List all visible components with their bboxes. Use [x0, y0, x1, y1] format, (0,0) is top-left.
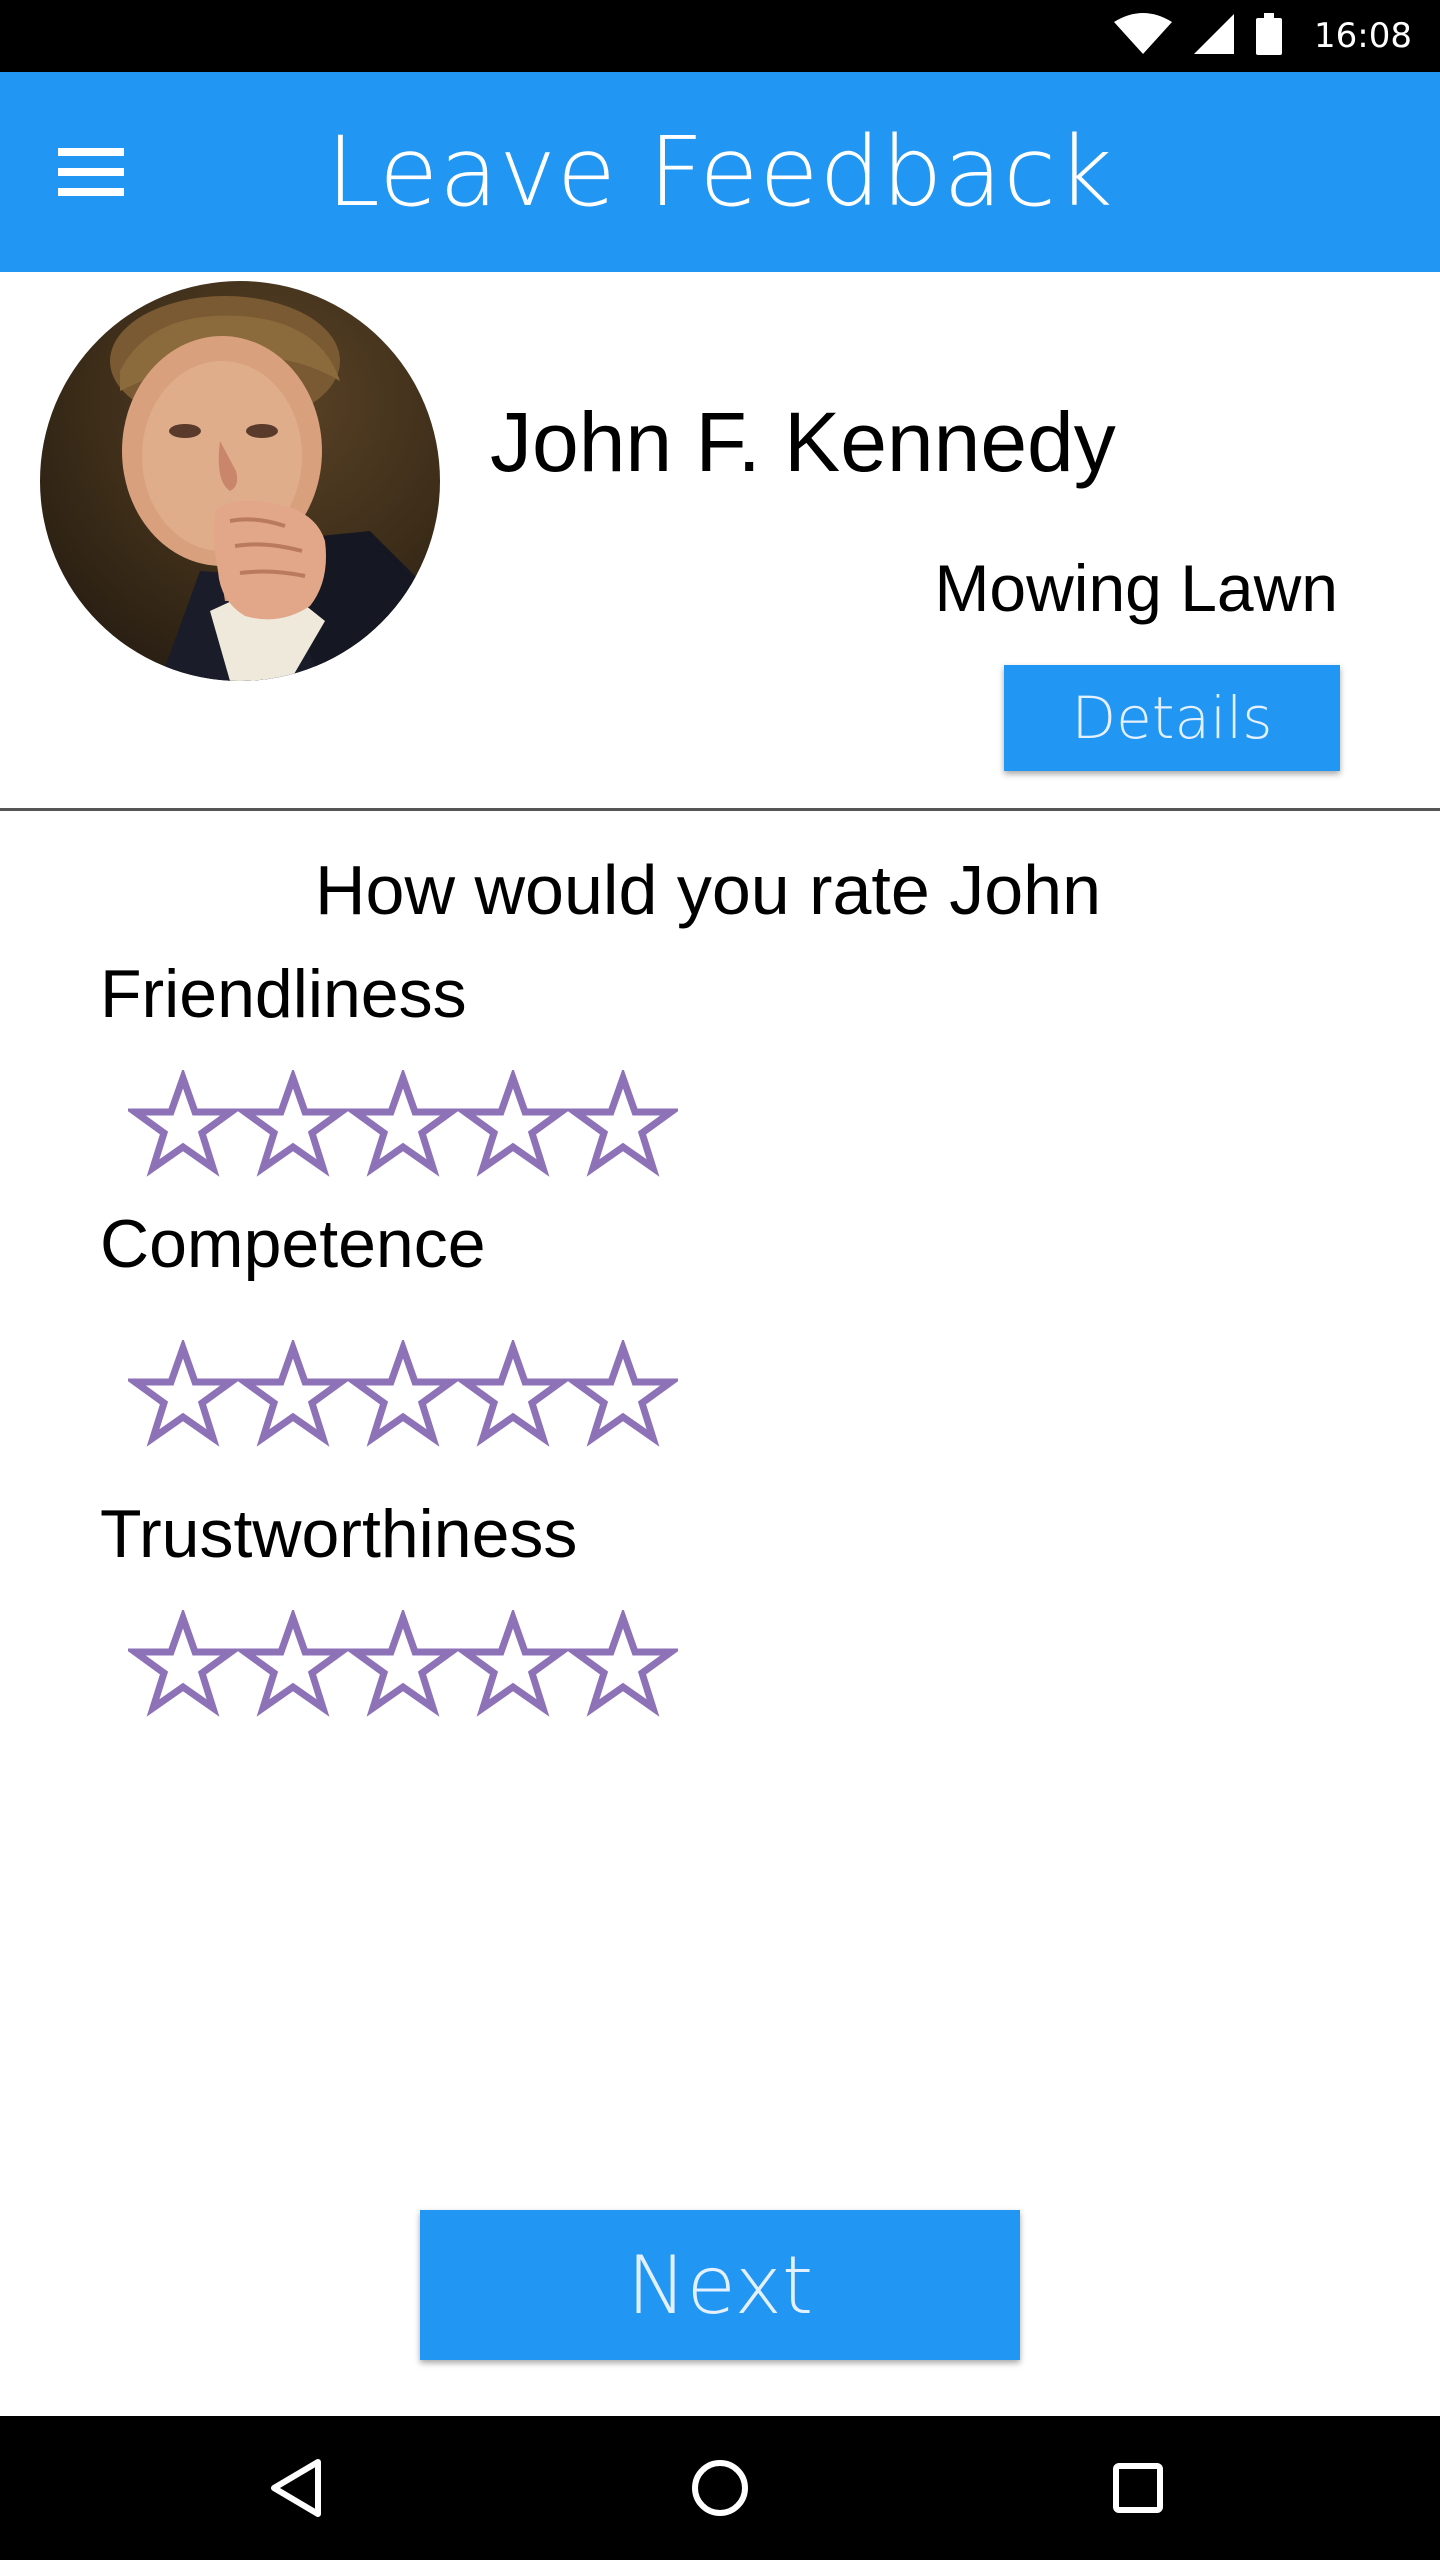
- wifi-icon: [1114, 12, 1173, 61]
- details-button[interactable]: Details: [1004, 665, 1340, 771]
- star-icon[interactable]: [348, 1070, 458, 1180]
- rating-prompt: How would you rate John: [315, 851, 1101, 929]
- rating-label-friendliness: Friendliness: [100, 956, 467, 1032]
- divider: [0, 808, 1440, 811]
- recents-icon[interactable]: [1088, 2438, 1188, 2538]
- next-button[interactable]: Next: [420, 2210, 1020, 2360]
- avatar: [40, 281, 440, 681]
- star-rating-competence: [128, 1340, 678, 1450]
- person-name: John F. Kennedy: [490, 395, 1116, 489]
- star-icon[interactable]: [568, 1610, 678, 1720]
- star-icon[interactable]: [238, 1070, 348, 1180]
- star-icon[interactable]: [568, 1340, 678, 1450]
- home-icon[interactable]: [670, 2438, 770, 2538]
- star-icon[interactable]: [128, 1070, 238, 1180]
- status-time: 16:08: [1314, 16, 1412, 56]
- star-icon[interactable]: [348, 1610, 458, 1720]
- status-bar: 16:08: [0, 0, 1440, 72]
- hamburger-menu-icon[interactable]: [58, 132, 138, 212]
- avatar-portrait: [110, 296, 440, 681]
- page-title: Leave Feedback: [326, 116, 1114, 228]
- app-bar: Leave Feedback: [0, 72, 1440, 272]
- star-icon[interactable]: [238, 1340, 348, 1450]
- star-icon[interactable]: [128, 1610, 238, 1720]
- star-icon[interactable]: [568, 1070, 678, 1180]
- star-icon[interactable]: [238, 1610, 348, 1720]
- star-icon[interactable]: [458, 1070, 568, 1180]
- status-icons: 16:08: [1114, 0, 1412, 72]
- battery-icon: [1256, 12, 1283, 60]
- job-title: Mowing Lawn: [934, 551, 1338, 625]
- star-rating-friendliness: [128, 1070, 678, 1180]
- star-icon[interactable]: [458, 1610, 568, 1720]
- star-icon[interactable]: [348, 1340, 458, 1450]
- star-icon[interactable]: [128, 1340, 238, 1450]
- rating-label-trustworthiness: Trustworthiness: [100, 1496, 578, 1572]
- menu-line: [58, 148, 124, 156]
- rating-label-competence: Competence: [100, 1206, 486, 1282]
- back-icon[interactable]: [246, 2438, 346, 2538]
- menu-line: [58, 188, 124, 196]
- star-rating-trustworthiness: [128, 1610, 678, 1720]
- menu-line: [58, 168, 124, 176]
- signal-icon: [1194, 13, 1235, 59]
- navigation-bar: [0, 2416, 1440, 2560]
- star-icon[interactable]: [458, 1340, 568, 1450]
